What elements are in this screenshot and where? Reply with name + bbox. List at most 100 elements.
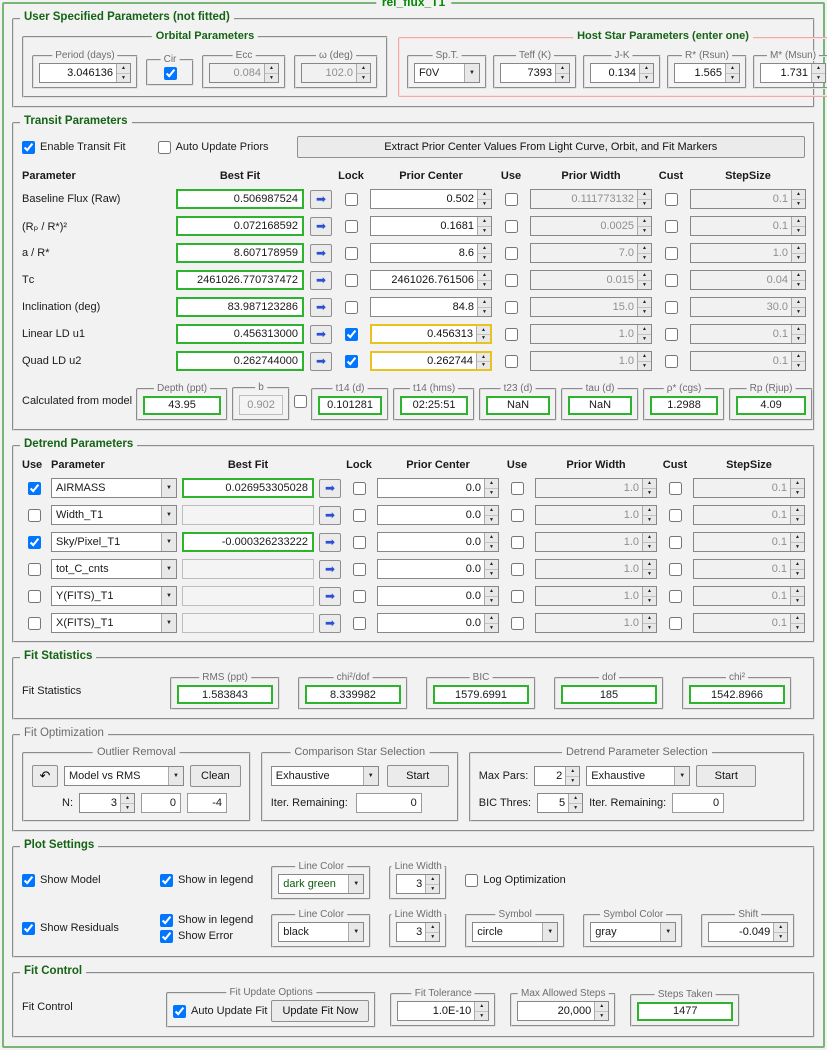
rstar-input[interactable]: [675, 64, 725, 82]
spinner-up-icon[interactable]: ▲: [638, 271, 651, 281]
circular-orbit-checkbox[interactable]: [163, 66, 177, 80]
stepsize-input[interactable]: [694, 479, 790, 497]
spinner-up-icon[interactable]: ▲: [566, 767, 580, 777]
prior-center-input[interactable]: [378, 614, 484, 632]
use-prior-checkbox[interactable]: [504, 354, 518, 368]
copy-best-fit-to-prior-button[interactable]: ➡: [319, 559, 341, 579]
extract-prior-values-button[interactable]: Extract Prior Center Values From Light C…: [296, 136, 805, 158]
detrend-param-select[interactable]: AIRMASS ▼: [51, 478, 177, 498]
lock-checkbox[interactable]: [352, 508, 366, 522]
spinner-down-icon[interactable]: ▼: [638, 307, 651, 316]
spinner-down-icon[interactable]: ▼: [638, 226, 651, 235]
spinner-up-icon[interactable]: ▲: [792, 190, 805, 200]
copy-best-fit-to-prior-button[interactable]: ➡: [319, 586, 341, 606]
spinner-down-icon[interactable]: ▼: [726, 73, 739, 82]
prior-width-input[interactable]: [531, 217, 637, 235]
stepsize-input[interactable]: [691, 298, 791, 316]
spinner-up-icon[interactable]: ▲: [791, 533, 804, 543]
prior-center-input[interactable]: [371, 217, 477, 235]
residuals-show-in-legend[interactable]: Show in legend: [160, 913, 253, 927]
use-prior-checkbox[interactable]: [504, 327, 518, 341]
log-optimization[interactable]: Log Optimization: [465, 873, 566, 887]
spinner-down-icon[interactable]: ▼: [643, 542, 656, 551]
spinner-down-icon[interactable]: ▼: [485, 488, 498, 497]
custom-step-checkbox[interactable]: [668, 616, 682, 630]
spinner-up-icon[interactable]: ▲: [638, 352, 651, 362]
spinner-up-icon[interactable]: ▲: [640, 64, 653, 74]
spinner-up-icon[interactable]: ▲: [485, 614, 498, 624]
spinner-up-icon[interactable]: ▲: [792, 298, 805, 308]
spinner-down-icon[interactable]: ▼: [265, 73, 278, 82]
spinner-up-icon[interactable]: ▲: [569, 794, 583, 804]
spinner-up-icon[interactable]: ▲: [638, 298, 651, 308]
spinner-down-icon[interactable]: ▼: [478, 280, 491, 289]
detrend-param-select[interactable]: X(FITS)_T1 ▼: [51, 613, 177, 633]
spinner-up-icon[interactable]: ▲: [556, 64, 569, 74]
spinner-up-icon[interactable]: ▲: [478, 244, 491, 254]
spinner-up-icon[interactable]: ▲: [792, 325, 805, 335]
spinner-down-icon[interactable]: ▼: [791, 596, 804, 605]
stepsize-input[interactable]: [691, 217, 791, 235]
prior-width-input[interactable]: [531, 325, 637, 343]
spinner-down-icon[interactable]: ▼: [121, 803, 134, 812]
spinner-down-icon[interactable]: ▼: [556, 73, 569, 82]
shift-input[interactable]: [709, 923, 774, 941]
teff-input[interactable]: [501, 64, 555, 82]
spinner-down-icon[interactable]: ▼: [485, 596, 498, 605]
spinner-up-icon[interactable]: ▲: [357, 64, 370, 74]
spinner-down-icon[interactable]: ▼: [117, 73, 130, 82]
spinner-up-icon[interactable]: ▲: [791, 479, 804, 489]
spinner-up-icon[interactable]: ▲: [791, 506, 804, 516]
show-model[interactable]: Show Model: [22, 873, 142, 887]
custom-step-checkbox[interactable]: [664, 219, 678, 233]
copy-best-fit-to-prior-button[interactable]: ➡: [319, 613, 341, 633]
custom-step-checkbox[interactable]: [668, 535, 682, 549]
spinner-up-icon[interactable]: ▲: [638, 217, 651, 227]
mstar-input[interactable]: [761, 64, 811, 82]
comparison-method-select[interactable]: Exhaustive ▼: [270, 766, 379, 786]
spinner-up-icon[interactable]: ▲: [475, 1002, 489, 1012]
prior-width-input[interactable]: [536, 533, 642, 551]
spinner-up-icon[interactable]: ▲: [485, 533, 498, 543]
prior-center-input[interactable]: [378, 533, 484, 551]
max-allowed-steps-input[interactable]: [518, 1002, 595, 1020]
use-detrend-checkbox[interactable]: [27, 481, 41, 495]
symbol-color-select[interactable]: gray ▼: [590, 922, 677, 942]
stepsize-input[interactable]: [691, 190, 791, 208]
use-prior-checkbox[interactable]: [504, 273, 518, 287]
stepsize-input[interactable]: [691, 325, 791, 343]
spinner-down-icon[interactable]: ▼: [791, 623, 804, 632]
spinner-down-icon[interactable]: ▼: [566, 776, 580, 785]
prior-width-input[interactable]: [531, 190, 637, 208]
spinner-down-icon[interactable]: ▼: [792, 253, 805, 262]
custom-step-checkbox[interactable]: [664, 246, 678, 260]
spinner-up-icon[interactable]: ▲: [726, 64, 739, 74]
spinner-up-icon[interactable]: ▲: [477, 326, 490, 335]
detrend-param-select[interactable]: tot_C_cnts ▼: [51, 559, 177, 579]
lock-checkbox[interactable]: [344, 354, 358, 368]
spinner-up-icon[interactable]: ▲: [485, 479, 498, 489]
use-detrend-checkbox[interactable]: [27, 562, 41, 576]
copy-best-fit-to-prior-button[interactable]: ➡: [310, 297, 332, 317]
custom-step-checkbox[interactable]: [664, 273, 678, 287]
spinner-up-icon[interactable]: ▲: [643, 479, 656, 489]
detrend-param-select[interactable]: Sky/Pixel_T1 ▼: [51, 532, 177, 552]
spinner-up-icon[interactable]: ▲: [791, 614, 804, 624]
copy-best-fit-to-prior-button[interactable]: ➡: [310, 243, 332, 263]
detrend-selection-method-select[interactable]: Exhaustive ▼: [586, 766, 691, 786]
prior-center-input[interactable]: [378, 587, 484, 605]
spinner-down-icon[interactable]: ▼: [475, 1011, 489, 1020]
use-prior-checkbox[interactable]: [510, 562, 524, 576]
spinner-up-icon[interactable]: ▲: [595, 1002, 609, 1012]
prior-center-input[interactable]: [371, 271, 477, 289]
show-error-checkbox[interactable]: [160, 929, 173, 943]
spinner-down-icon[interactable]: ▼: [638, 361, 651, 370]
custom-step-checkbox[interactable]: [668, 508, 682, 522]
spinner-up-icon[interactable]: ▲: [638, 190, 651, 200]
spinner-up-icon[interactable]: ▲: [265, 64, 278, 74]
spinner-up-icon[interactable]: ▲: [426, 875, 440, 885]
spectral-type-select[interactable]: F0V ▼: [414, 63, 480, 83]
spinner-up-icon[interactable]: ▲: [643, 614, 656, 624]
copy-best-fit-to-prior-button[interactable]: ➡: [319, 505, 341, 525]
spinner-up-icon[interactable]: ▲: [426, 923, 440, 933]
